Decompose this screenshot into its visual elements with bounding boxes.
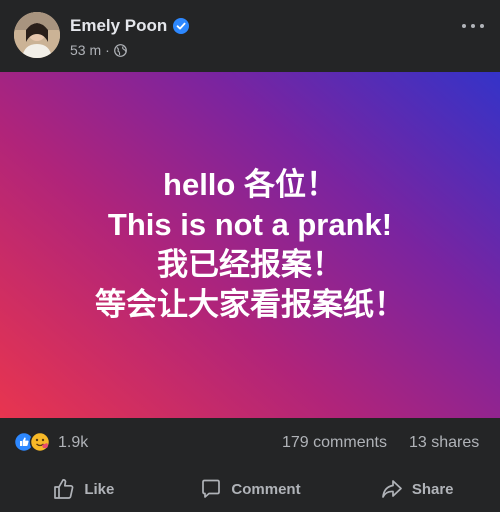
reaction-icons[interactable] bbox=[13, 431, 54, 453]
thumbs-up-icon bbox=[54, 479, 74, 499]
comments-count[interactable]: 179 comments bbox=[282, 434, 387, 452]
post-text-line: 我已经报案！ bbox=[157, 247, 343, 282]
avatar[interactable] bbox=[14, 12, 60, 58]
like-label: Like bbox=[84, 480, 115, 498]
action-bar: Like Comment Share bbox=[0, 466, 500, 512]
share-button[interactable]: Share bbox=[333, 466, 500, 512]
verified-badge-icon bbox=[173, 18, 190, 34]
shares-count[interactable]: 13 shares bbox=[409, 434, 479, 452]
post-meta: 53 m · bbox=[70, 42, 127, 58]
share-label: Share bbox=[411, 480, 454, 498]
like-button[interactable]: Like bbox=[0, 466, 167, 512]
globe-icon[interactable] bbox=[113, 43, 127, 57]
author-row: Emely Poon bbox=[70, 16, 190, 36]
more-options-icon[interactable] bbox=[462, 24, 484, 30]
comment-button[interactable]: Comment bbox=[167, 466, 334, 512]
post-text-line: This is not a prank! bbox=[107, 207, 393, 242]
post-text-line: 等会让大家看报案纸！ bbox=[95, 287, 405, 322]
reaction-count[interactable]: 1.9k bbox=[58, 434, 88, 452]
meta-separator: · bbox=[105, 42, 110, 58]
comment-label: Comment bbox=[231, 480, 301, 498]
post-header: Emely Poon 53 m · bbox=[0, 0, 500, 72]
post-stats: 1.9k 179 comments 13 shares bbox=[0, 418, 500, 466]
post-text-background: hello 各位！ This is not a prank! 我已经报案！ 等会… bbox=[0, 72, 500, 418]
author-name[interactable]: Emely Poon bbox=[70, 16, 167, 36]
post-time[interactable]: 53 m bbox=[70, 42, 101, 58]
share-arrow-icon bbox=[381, 480, 402, 498]
comment-icon bbox=[202, 479, 221, 498]
post-text-line: hello 各位！ bbox=[163, 167, 337, 202]
